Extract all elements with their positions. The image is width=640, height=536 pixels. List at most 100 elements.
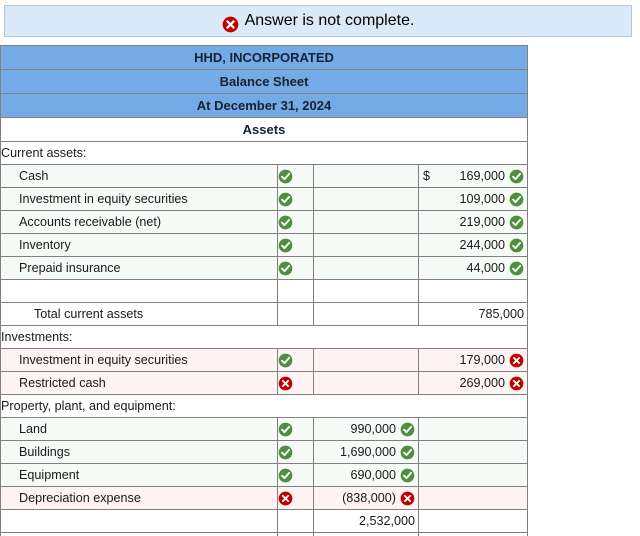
row-label[interactable]: Accounts receivable (net): [0, 210, 278, 234]
correct-check-icon: [278, 422, 294, 437]
row-total-value[interactable]: 179,000: [418, 348, 528, 372]
balance-sheet-table: HHD, INCORPORATED Balance Sheet At Decem…: [0, 45, 528, 536]
section-heading-row: Current assets:: [0, 141, 528, 165]
section-heading: Current assets:: [0, 141, 528, 165]
row-total-value[interactable]: 219,000: [418, 210, 528, 234]
correct-check-icon: [278, 192, 294, 207]
row-total-value[interactable]: 785,000: [418, 302, 528, 326]
section-heading-row: Property, plant, and equipment:: [0, 394, 528, 418]
row-label[interactable]: Investment in equity securities: [0, 187, 278, 211]
row-label-status: [277, 440, 314, 464]
row-total-value[interactable]: 109,000: [418, 187, 528, 211]
table-row[interactable]: Depreciation expense (838,000): [0, 486, 528, 510]
row-label[interactable]: Prepaid insurance: [0, 256, 278, 280]
incorrect-x-icon: [400, 491, 415, 506]
row-subtotal-value[interactable]: [313, 187, 419, 211]
row-label-status: [277, 233, 314, 257]
row-label-status: [277, 256, 314, 280]
table-row[interactable]: Equipment 690,000: [0, 463, 528, 487]
row-subtotal-value[interactable]: [313, 348, 419, 372]
correct-check-icon: [278, 353, 294, 368]
row-subtotal-value[interactable]: [313, 210, 419, 234]
row-label[interactable]: [0, 279, 278, 303]
row-total-value[interactable]: 269,000: [418, 371, 528, 395]
answer-status-text: Answer is not complete.: [244, 12, 415, 29]
correct-check-icon: [278, 468, 294, 483]
row-label-status: [277, 463, 314, 487]
currency-symbol: $: [423, 169, 431, 183]
correct-check-icon: [278, 445, 294, 460]
row-label[interactable]: Equipment: [0, 463, 278, 487]
correct-check-icon: [509, 238, 524, 253]
row-total-value[interactable]: 44,000: [418, 256, 528, 280]
company-name: HHD, INCORPORATED: [0, 45, 528, 70]
row-label[interactable]: Land: [0, 417, 278, 441]
row-total-value[interactable]: 244,000: [418, 233, 528, 257]
correct-check-icon: [278, 238, 294, 253]
table-row[interactable]: Prepaid insurance 44,000: [0, 256, 528, 280]
row-label[interactable]: Total current assets: [0, 302, 278, 326]
table-row[interactable]: [0, 532, 528, 536]
row-subtotal-value[interactable]: [313, 279, 419, 303]
table-row[interactable]: Investment in equity securities 179,000: [0, 348, 528, 372]
row-label-status: [277, 302, 314, 326]
table-row[interactable]: Investment in equity securities 109,000: [0, 187, 528, 211]
row-total-value[interactable]: [418, 486, 528, 510]
value-text: 109,000: [459, 192, 505, 206]
row-label-status: [277, 187, 314, 211]
correct-check-icon: [278, 261, 294, 276]
table-row[interactable]: Cash $169,000: [0, 164, 528, 188]
row-subtotal-value[interactable]: 690,000: [313, 463, 419, 487]
table-row[interactable]: 2,532,000: [0, 509, 528, 533]
row-label[interactable]: Inventory: [0, 233, 278, 257]
row-subtotal-value[interactable]: [313, 233, 419, 257]
table-row[interactable]: Inventory 244,000: [0, 233, 528, 257]
empty-cell[interactable]: [418, 532, 528, 536]
row-subtotal-value[interactable]: [313, 256, 419, 280]
row-label[interactable]: Cash: [0, 164, 278, 188]
row-subtotal-value[interactable]: [313, 164, 419, 188]
section-heading: Investments:: [0, 325, 528, 349]
row-subtotal-value[interactable]: (838,000): [313, 486, 419, 510]
row-label[interactable]: Depreciation expense: [0, 486, 278, 510]
header-row-assets: Assets: [0, 117, 528, 142]
row-subtotal-value[interactable]: 2,532,000: [313, 509, 419, 533]
section-heading-row: Investments:: [0, 325, 528, 349]
row-total-value[interactable]: $169,000: [418, 164, 528, 188]
empty-cell[interactable]: [0, 532, 278, 536]
table-row[interactable]: Land 990,000: [0, 417, 528, 441]
value-text: 219,000: [459, 215, 505, 229]
row-total-value[interactable]: [418, 417, 528, 441]
table-row[interactable]: Buildings 1,690,000: [0, 440, 528, 464]
value-text: 690,000: [350, 468, 396, 482]
empty-cell[interactable]: [313, 532, 419, 536]
row-label[interactable]: Buildings: [0, 440, 278, 464]
row-total-value[interactable]: [418, 463, 528, 487]
row-subtotal-value[interactable]: 990,000: [313, 417, 419, 441]
incorrect-x-icon: [509, 376, 524, 391]
value-text: 1,690,000: [339, 445, 396, 459]
correct-check-icon: [400, 468, 415, 483]
row-label-status: [277, 348, 314, 372]
row-total-value[interactable]: [418, 440, 528, 464]
value-text: 44,000: [466, 261, 505, 275]
error-circle-x-icon: [222, 16, 239, 33]
row-label[interactable]: Restricted cash: [0, 371, 278, 395]
row-label[interactable]: [0, 509, 278, 533]
table-row[interactable]: Restricted cash 269,000: [0, 371, 528, 395]
table-row[interactable]: [0, 279, 528, 303]
table-row[interactable]: Total current assets 785,000: [0, 302, 528, 326]
empty-cell[interactable]: [277, 532, 314, 536]
incorrect-x-icon: [509, 353, 524, 368]
row-subtotal-value[interactable]: [313, 302, 419, 326]
value-text: 179,000: [459, 353, 505, 367]
row-subtotal-value[interactable]: [313, 371, 419, 395]
row-label[interactable]: Investment in equity securities: [0, 348, 278, 372]
row-total-value[interactable]: [418, 509, 528, 533]
value-text: 2,532,000: [358, 514, 415, 528]
table-row[interactable]: Accounts receivable (net) 219,000: [0, 210, 528, 234]
correct-check-icon: [400, 445, 415, 460]
row-total-value[interactable]: [418, 279, 528, 303]
value-text: 785,000: [478, 307, 524, 321]
row-subtotal-value[interactable]: 1,690,000: [313, 440, 419, 464]
